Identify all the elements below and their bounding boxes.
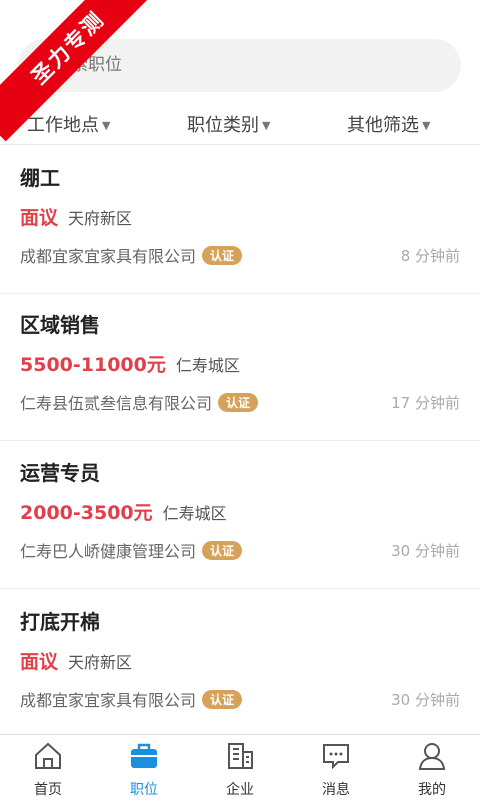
filter-location-label: 工作地点 [27, 115, 99, 136]
tab-profile-label: 我的 [418, 782, 446, 798]
job-company-row: 仁寿巴人峤健康管理公司 认证 [20, 538, 243, 562]
chevron-down-icon: ▼ [262, 119, 271, 132]
filter-location[interactable]: 工作地点 ▼ [27, 110, 110, 142]
filter-other-label: 其他筛选 [347, 115, 419, 136]
job-company-row: 成都宜家宜家具有限公司 认证 [20, 687, 243, 711]
job-title: 绷工 [20, 166, 60, 190]
job-salary-row: 面议 天府新区 [20, 203, 132, 230]
tab-messages[interactable]: 消息 [288, 735, 384, 801]
tab-jobs[interactable]: 职位 [96, 735, 192, 801]
job-time: 17 分钟前 [391, 394, 460, 412]
job-company-row: 仁寿县伍贰叁信息有限公司 认证 [20, 390, 259, 414]
job-company: 成都宜家宜家具有限公司 [20, 691, 197, 710]
filter-other[interactable]: 其他筛选 ▼ [347, 110, 430, 142]
job-salary: 5500-11000元 [20, 354, 166, 376]
job-salary: 面议 [20, 651, 59, 673]
job-company: 仁寿巴人峤健康管理公司 [20, 542, 197, 561]
filter-category[interactable]: 职位类别 ▼ [187, 110, 270, 142]
briefcase-icon [131, 743, 157, 768]
job-area: 天府新区 [68, 653, 133, 672]
verified-badge: 认证 [202, 690, 243, 709]
job-card[interactable]: 绷工 面议 天府新区 成都宜家宜家具有限公司 认证 8 分钟前 [0, 145, 480, 294]
filter-bar: 工作地点 ▼ 职位类别 ▼ 其他筛选 ▼ [0, 110, 480, 142]
user-icon [418, 743, 446, 770]
verified-badge: 认证 [202, 246, 243, 265]
job-title: 运营专员 [20, 461, 100, 485]
message-icon [323, 744, 349, 770]
job-title: 打底开棉 [20, 610, 100, 634]
job-company: 成都宜家宜家具有限公司 [20, 247, 197, 266]
job-salary-row: 5500-11000元 仁寿城区 [20, 350, 240, 377]
tab-profile[interactable]: 我的 [384, 735, 480, 801]
search-input[interactable] [54, 39, 434, 92]
tab-company-label: 企业 [226, 782, 254, 798]
home-icon [35, 742, 61, 769]
building-icon [228, 743, 253, 769]
chevron-down-icon: ▼ [422, 119, 431, 132]
job-time: 30 分钟前 [391, 542, 460, 560]
verified-badge: 认证 [218, 393, 259, 412]
job-salary: 面议 [20, 207, 59, 229]
tab-messages-label: 消息 [322, 782, 350, 798]
job-card[interactable]: 区域销售 5500-11000元 仁寿城区 仁寿县伍贰叁信息有限公司 认证 17 分… [0, 292, 480, 441]
job-salary-row: 面议 天府新区 [20, 647, 132, 674]
tab-home[interactable]: 首页 [0, 735, 96, 801]
job-area: 仁寿城区 [162, 504, 227, 523]
job-title: 区域销售 [20, 313, 100, 337]
filter-category-label: 职位类别 [187, 115, 259, 136]
tab-home-label: 首页 [34, 782, 62, 798]
job-area: 天府新区 [68, 209, 133, 228]
tab-company[interactable]: 企业 [192, 735, 288, 801]
verified-badge: 认证 [202, 541, 243, 560]
job-card[interactable]: 打底开棉 面议 天府新区 成都宜家宜家具有限公司 认证 30 分钟前 [0, 589, 480, 738]
chevron-down-icon: ▼ [102, 119, 111, 132]
bottom-tab-bar: 首页 职位 企业 消息 我的 [0, 734, 480, 801]
job-card[interactable]: 运营专员 2000-3500元 仁寿城区 仁寿巴人峤健康管理公司 认证 30 分钟前 [0, 440, 480, 589]
job-salary: 2000-3500元 [20, 502, 153, 524]
job-company: 仁寿县伍贰叁信息有限公司 [20, 394, 213, 413]
job-time: 30 分钟前 [391, 691, 460, 709]
job-area: 仁寿城区 [175, 356, 240, 375]
job-time: 8 分钟前 [400, 247, 460, 265]
tab-jobs-label: 职位 [130, 782, 158, 798]
job-company-row: 成都宜家宜家具有限公司 认证 [20, 243, 243, 267]
job-salary-row: 2000-3500元 仁寿城区 [20, 498, 227, 525]
